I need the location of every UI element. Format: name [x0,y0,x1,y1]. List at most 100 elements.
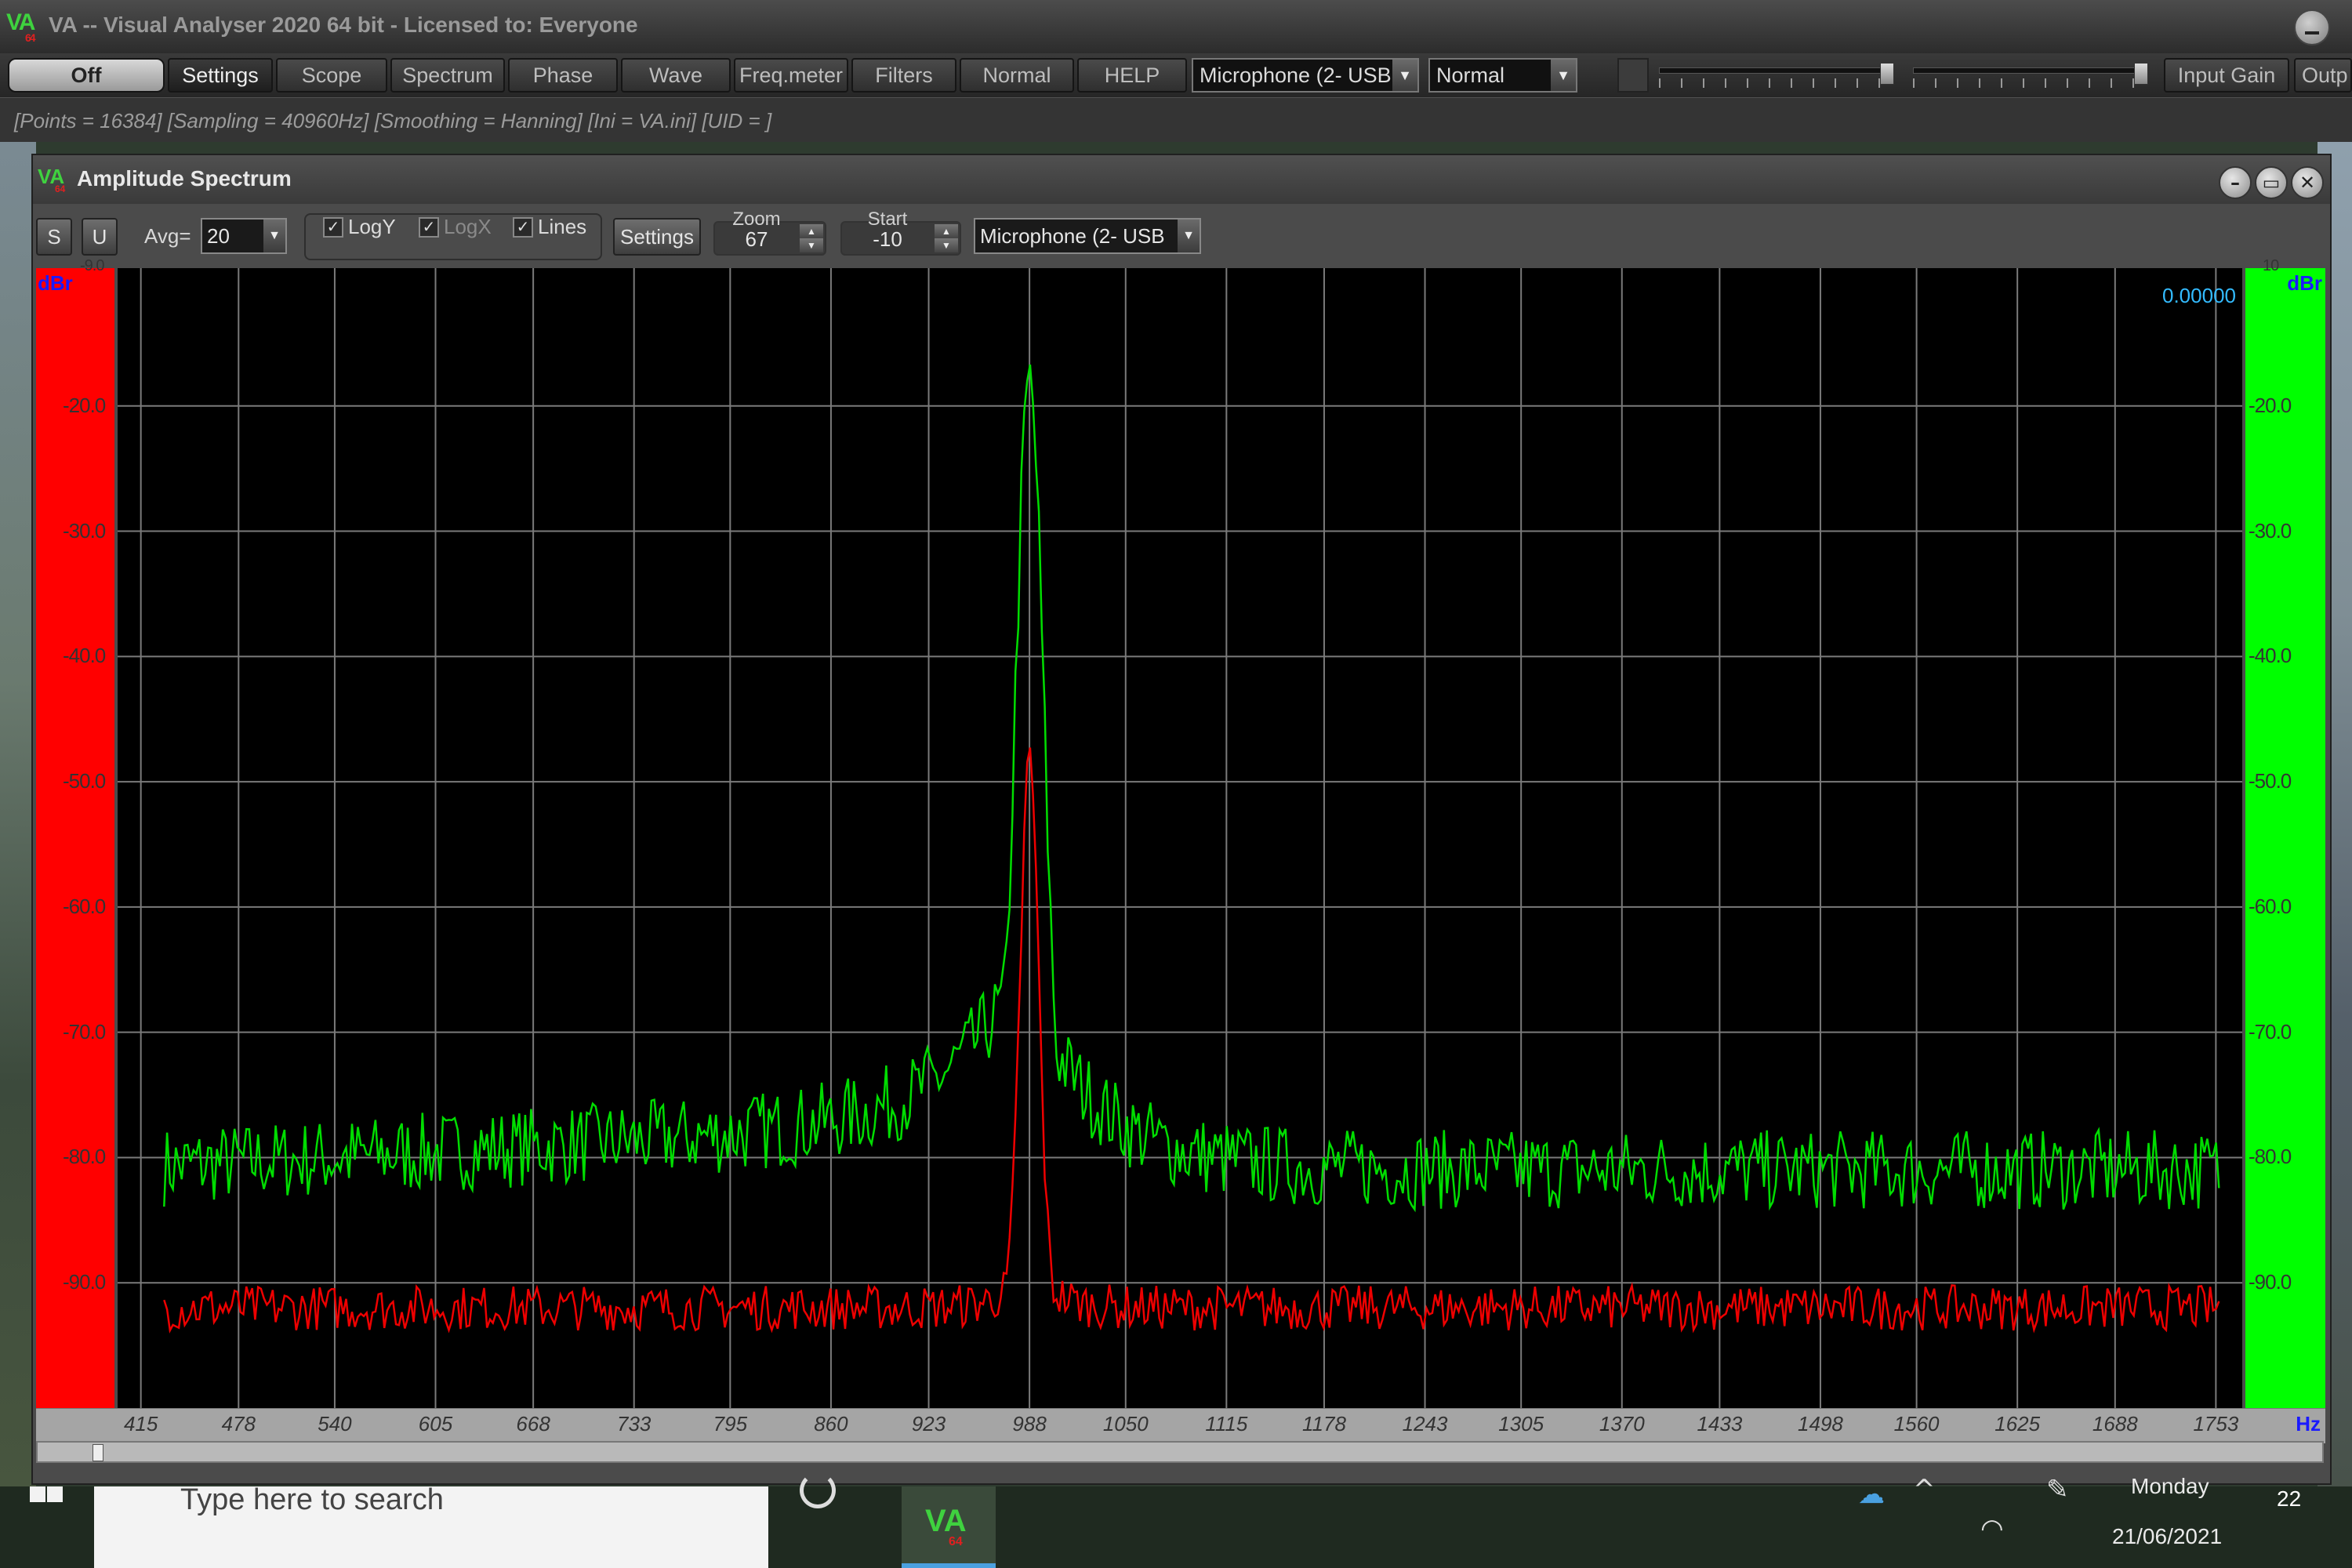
checkmark-icon: ✓ [419,216,439,238]
spin-up-icon[interactable]: ▲ [935,224,958,238]
onedrive-icon[interactable]: ☁ [1858,1479,1885,1510]
x-tick-label: 1243 [1402,1412,1448,1436]
x-tick-label: 1433 [1697,1412,1743,1436]
y-tick-left: -50.0 [63,769,106,793]
s-button[interactable]: S [36,218,72,256]
trace-green [163,364,2220,1213]
window-device-select[interactable]: Microphone (2- USB ▼ [974,218,1201,254]
y-tick-right: -70.0 [2249,1019,2292,1044]
pen-icon[interactable]: ✎ [2046,1474,2069,1505]
windows-start-icon[interactable] [30,1486,64,1521]
output-button[interactable]: Outp [2294,58,2352,93]
spectrum-settings-button[interactable]: Settings [613,218,701,256]
spectrum-toolbar: S U Avg= 20 ▼ ✓ LogY ✓ LogX ✓ Lines Setting… [33,204,2330,267]
x-tick-label: 605 [418,1412,453,1436]
cursor-readout: 0.00000 [2162,284,2236,307]
start-value: -10 [873,227,902,251]
wifi-icon[interactable]: ◠ [1980,1513,2004,1544]
input-gain-slider[interactable] [1659,63,1894,91]
chevron-down-icon[interactable]: ▼ [263,220,285,252]
chevron-down-icon[interactable]: ▼ [1551,60,1576,91]
off-button[interactable]: Off [8,58,165,93]
cortana-icon[interactable] [800,1472,836,1508]
x-tick-label: 795 [713,1412,748,1436]
spectrum-svg [118,268,2242,1408]
avg-select[interactable]: 20 ▼ [201,218,287,254]
spin-up-icon[interactable]: ▲ [800,224,823,238]
y-tick-left: -30.0 [63,518,106,543]
spectrum-chart[interactable]: 0.00000 [118,268,2242,1408]
x-tick-label: 860 [814,1412,848,1436]
input-device-select[interactable]: Microphone (2- USB ▼ [1192,58,1419,93]
chevron-down-icon[interactable]: ▼ [1392,60,1417,91]
logx-checkbox[interactable]: ✓ LogX [419,215,492,239]
window-maximize-icon[interactable]: ▭ [2255,166,2288,199]
x-tick-label: 1560 [1893,1412,1940,1436]
scroll-thumb[interactable] [93,1444,103,1461]
filters-button[interactable]: Filters [851,58,956,93]
right-unit-label: dBr [2287,271,2322,295]
minimize-button[interactable] [2294,9,2330,45]
x-tick-label: 1370 [1599,1412,1645,1436]
left-unit-label: dBr [38,271,73,295]
gain-lock-checkbox[interactable] [1617,58,1649,93]
taskbar-app-va[interactable]: VA 64 [902,1486,996,1568]
mode-select[interactable]: Normal ▼ [1428,58,1577,93]
y-tick-right: -50.0 [2249,769,2292,793]
start-spinner[interactable]: Start -10 ▲ ▼ [840,209,961,256]
main-title-bar: VA 64 VA -- Visual Analyser 2020 64 bit -… [0,0,2352,55]
taskbar-search-box[interactable]: Type here to search [94,1483,768,1568]
spectrum-plot-area: dBr -9.0 -20.0 -30.0 -40.0 -50.0 -60.0 -70.0 -… [36,257,2325,1443]
x-tick-label: 1050 [1102,1412,1149,1436]
window-logo-icon: VA 64 [38,165,66,194]
horizontal-scrollbar[interactable] [36,1441,2324,1463]
checkmark-icon: ✓ [323,216,343,238]
window-minimize-icon[interactable]: – [2219,166,2252,199]
phase-button[interactable]: Phase [508,58,618,93]
y-tick-right: -60.0 [2249,894,2292,918]
x-axis: 415 478 540 605 668 733 795 860 923 988 1050 1115 11… [36,1408,2325,1443]
input-gain-button[interactable]: Input Gain [2164,58,2289,93]
lines-checkbox[interactable]: ✓ Lines [513,215,586,239]
search-placeholder: Type here to search [180,1483,444,1516]
scope-button[interactable]: Scope [276,58,387,93]
spectrum-button[interactable]: Spectrum [390,58,505,93]
va-app-icon: VA 64 [925,1504,967,1548]
spin-down-icon[interactable]: ▼ [935,238,958,252]
avg-value: 20 [207,223,230,248]
logy-checkbox[interactable]: ✓ LogY [323,215,396,239]
chevron-up-icon[interactable]: ^ [1913,1474,1936,1505]
x-tick-label: 1115 [1205,1412,1248,1436]
window-close-icon[interactable]: ✕ [2291,166,2324,199]
y-tick-left-top: -9.0 [80,257,104,274]
u-button[interactable]: U [82,218,118,256]
freqmeter-button[interactable]: Freq.meter [734,58,848,93]
settings-button[interactable]: Settings [168,58,273,93]
amplitude-spectrum-window: VA 64 Amplitude Spectrum – ▭ ✕ S U Avg= 2… [31,154,2332,1485]
y-tick-right-top: 10 [2263,257,2279,274]
y-tick-right: -20.0 [2249,393,2292,417]
left-y-scale: dBr -9.0 -20.0 -30.0 -40.0 -50.0 -60.0 -70.0 -… [36,257,114,1408]
output-gain-slider[interactable] [1913,63,2148,91]
avg-label: Avg= [144,224,191,248]
x-tick-label: 1688 [2092,1412,2138,1436]
x-tick-label: 1305 [1498,1412,1544,1436]
window-title-bar[interactable]: VA 64 Amplitude Spectrum – ▭ ✕ [33,155,2330,204]
help-button[interactable]: HELP [1077,58,1187,93]
x-tick-label: 478 [221,1412,256,1436]
x-tick-label: 415 [123,1412,158,1436]
y-tick-left: -70.0 [63,1019,106,1044]
zoom-value: 67 [745,227,768,251]
right-y-scale: dBr 10 -20.0 -30.0 -40.0 -50.0 -60.0 -70.0 -80… [2245,257,2325,1408]
spin-down-icon[interactable]: ▼ [800,238,823,252]
normal-button[interactable]: Normal [960,58,1074,93]
x-tick-label: 733 [617,1412,652,1436]
info-bar: [Points = 16384] [Sampling = 40960Hz] [S… [0,97,2352,142]
wave-button[interactable]: Wave [621,58,731,93]
taskbar-date[interactable]: 21/06/2021 [2112,1524,2222,1549]
chevron-down-icon[interactable]: ▼ [1178,220,1200,252]
x-tick-label: 1498 [1798,1412,1843,1436]
zoom-spinner[interactable]: Zoom 67 ▲ ▼ [713,209,826,256]
notification-badge[interactable]: 22 [2277,1486,2313,1523]
y-tick-left: -90.0 [63,1270,106,1294]
